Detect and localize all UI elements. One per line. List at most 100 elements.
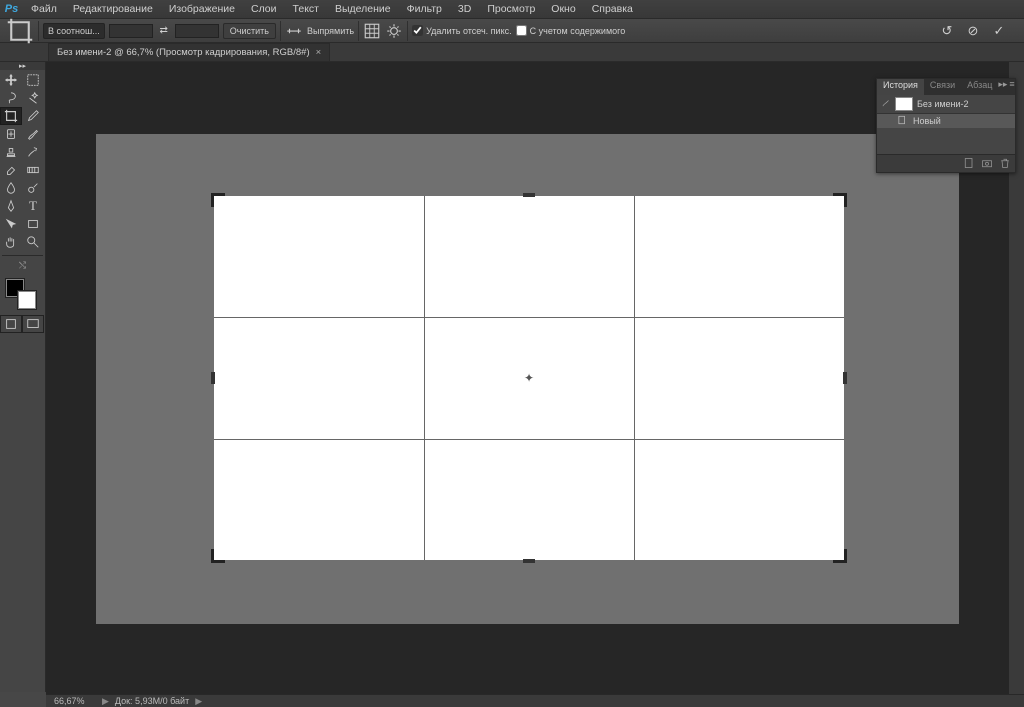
delete-cropped-checkbox[interactable]: Удалить отсеч. пикс.	[412, 25, 512, 36]
crop-grid-line	[214, 317, 844, 318]
brush-tool[interactable]	[22, 125, 44, 143]
clear-button[interactable]: Очистить	[223, 23, 276, 39]
snapshot-icon[interactable]	[981, 157, 993, 170]
type-tool[interactable]: T	[22, 197, 44, 215]
crop-handle-tr[interactable]	[833, 193, 847, 207]
history-panel: История Связи Абзац ▸▸ ≡ Без имени-2 Нов…	[876, 78, 1016, 173]
marquee-tool[interactable]	[22, 71, 44, 89]
menu-layers[interactable]: Слои	[243, 0, 285, 18]
crop-tool-icon[interactable]	[6, 22, 34, 40]
crop-tool[interactable]	[0, 107, 22, 125]
crop-height-input[interactable]	[175, 24, 219, 38]
stamp-tool[interactable]	[0, 143, 22, 161]
move-tool[interactable]	[0, 71, 22, 89]
eraser-tool[interactable]	[0, 161, 22, 179]
eyedropper-tool[interactable]	[22, 107, 44, 125]
shape-tool[interactable]	[22, 215, 44, 233]
gradient-tool[interactable]	[22, 161, 44, 179]
menu-help[interactable]: Справка	[584, 0, 641, 18]
history-doc-name: Без имени-2	[917, 99, 969, 109]
crop-handle-tl[interactable]	[211, 193, 225, 207]
tab-links[interactable]: Связи	[924, 79, 961, 95]
history-document-row[interactable]: Без имени-2	[877, 95, 1015, 114]
menu-filter[interactable]: Фильтр	[399, 0, 450, 18]
create-document-icon[interactable]	[963, 157, 975, 170]
delete-cropped-input[interactable]	[412, 25, 423, 36]
menu-3d[interactable]: 3D	[450, 0, 479, 18]
background-swatch[interactable]	[18, 291, 36, 309]
zoom-level[interactable]: 66,67%	[46, 696, 96, 706]
crop-region[interactable]: ✦	[214, 196, 844, 560]
history-brush-tool[interactable]	[22, 143, 44, 161]
tab-history[interactable]: История	[877, 79, 924, 95]
commit-crop-icon[interactable]: ✓	[990, 22, 1008, 40]
straighten-label: Выпрямить	[307, 26, 354, 36]
document-tab[interactable]: Без имени-2 @ 66,7% (Просмотр кадрирован…	[48, 43, 330, 61]
collapse-toggle-icon[interactable]: ▸▸	[0, 62, 45, 70]
blur-tool[interactable]	[0, 179, 22, 197]
menu-edit[interactable]: Редактирование	[65, 0, 161, 18]
delete-cropped-label: Удалить отсеч. пикс.	[426, 26, 512, 36]
swap-dimensions-icon[interactable]: ⇄	[157, 24, 171, 38]
screen-mode-icon[interactable]	[22, 315, 44, 333]
history-step[interactable]: Новый	[877, 114, 1015, 128]
crop-width-input[interactable]	[109, 24, 153, 38]
magic-wand-tool[interactable]	[22, 89, 44, 107]
tab-paragraph[interactable]: Абзац	[961, 79, 998, 95]
center-icon: ✦	[524, 371, 534, 385]
document-tab-bar: Без имени-2 @ 66,7% (Просмотр кадрирован…	[0, 43, 1024, 62]
pen-tool[interactable]	[0, 197, 22, 215]
aspect-ratio-dropdown[interactable]: В соотнош...	[43, 23, 105, 39]
lasso-tool[interactable]	[0, 89, 22, 107]
crop-handle-right[interactable]	[843, 372, 847, 384]
hand-tool[interactable]	[0, 233, 22, 251]
menu-select[interactable]: Выделение	[327, 0, 399, 18]
menu-view[interactable]: Просмотр	[479, 0, 543, 18]
menu-bar: Ps Файл Редактирование Изображение Слои …	[0, 0, 1024, 19]
menu-image[interactable]: Изображение	[161, 0, 243, 18]
path-tool[interactable]	[0, 215, 22, 233]
tools-panel: ▸▸ T ⤭	[0, 62, 46, 692]
content-aware-input[interactable]	[516, 25, 527, 36]
trash-icon[interactable]	[999, 157, 1011, 170]
divider	[407, 21, 408, 41]
document-tab-title: Без имени-2 @ 66,7% (Просмотр кадрирован…	[57, 47, 310, 58]
crop-handle-br[interactable]	[833, 549, 847, 563]
overlay-grid-icon[interactable]	[363, 22, 381, 40]
content-aware-checkbox[interactable]: С учетом содержимого	[516, 25, 626, 36]
menu-file[interactable]: Файл	[23, 0, 65, 18]
content-aware-label: С учетом содержимого	[530, 26, 626, 36]
divider	[38, 21, 39, 41]
crop-handle-bl[interactable]	[211, 549, 225, 563]
crop-settings-icon[interactable]	[385, 22, 403, 40]
status-arrow-icon[interactable]: ▶	[96, 696, 115, 707]
swap-colors-icon[interactable]: ⤭	[19, 260, 26, 271]
color-swatches	[0, 277, 45, 311]
crop-grid-line	[634, 196, 635, 560]
standard-mode-icon[interactable]	[0, 315, 22, 333]
collapse-icon[interactable]: ▸▸	[998, 79, 1007, 95]
crop-grid-line	[214, 439, 844, 440]
healing-tool[interactable]	[0, 125, 22, 143]
menu-text[interactable]: Текст	[285, 0, 327, 18]
cancel-crop-icon[interactable]: ⊘	[964, 22, 982, 40]
status-menu-icon[interactable]: ▶	[189, 696, 208, 707]
menu-window[interactable]: Окно	[543, 0, 583, 18]
new-doc-icon	[897, 115, 907, 127]
reset-crop-icon[interactable]: ↺	[938, 22, 956, 40]
close-icon[interactable]: ×	[316, 47, 322, 58]
history-step-label: Новый	[913, 116, 941, 126]
document-size: Док: 5,93M/0 байт	[115, 696, 189, 706]
brush-icon	[881, 98, 891, 110]
straighten-icon[interactable]	[285, 22, 303, 40]
zoom-tool[interactable]	[22, 233, 44, 251]
crop-handle-bottom[interactable]	[523, 559, 535, 563]
options-bar: В соотнош... ⇄ Очистить Выпрямить Удалит…	[0, 19, 1024, 43]
crop-grid-line	[424, 196, 425, 560]
crop-handle-top[interactable]	[523, 193, 535, 197]
canvas-area[interactable]: ✦	[46, 62, 1008, 694]
dodge-tool[interactable]	[22, 179, 44, 197]
crop-handle-left[interactable]	[211, 372, 215, 384]
history-thumbnail	[895, 97, 913, 111]
panel-menu-icon[interactable]: ≡	[1009, 79, 1014, 95]
